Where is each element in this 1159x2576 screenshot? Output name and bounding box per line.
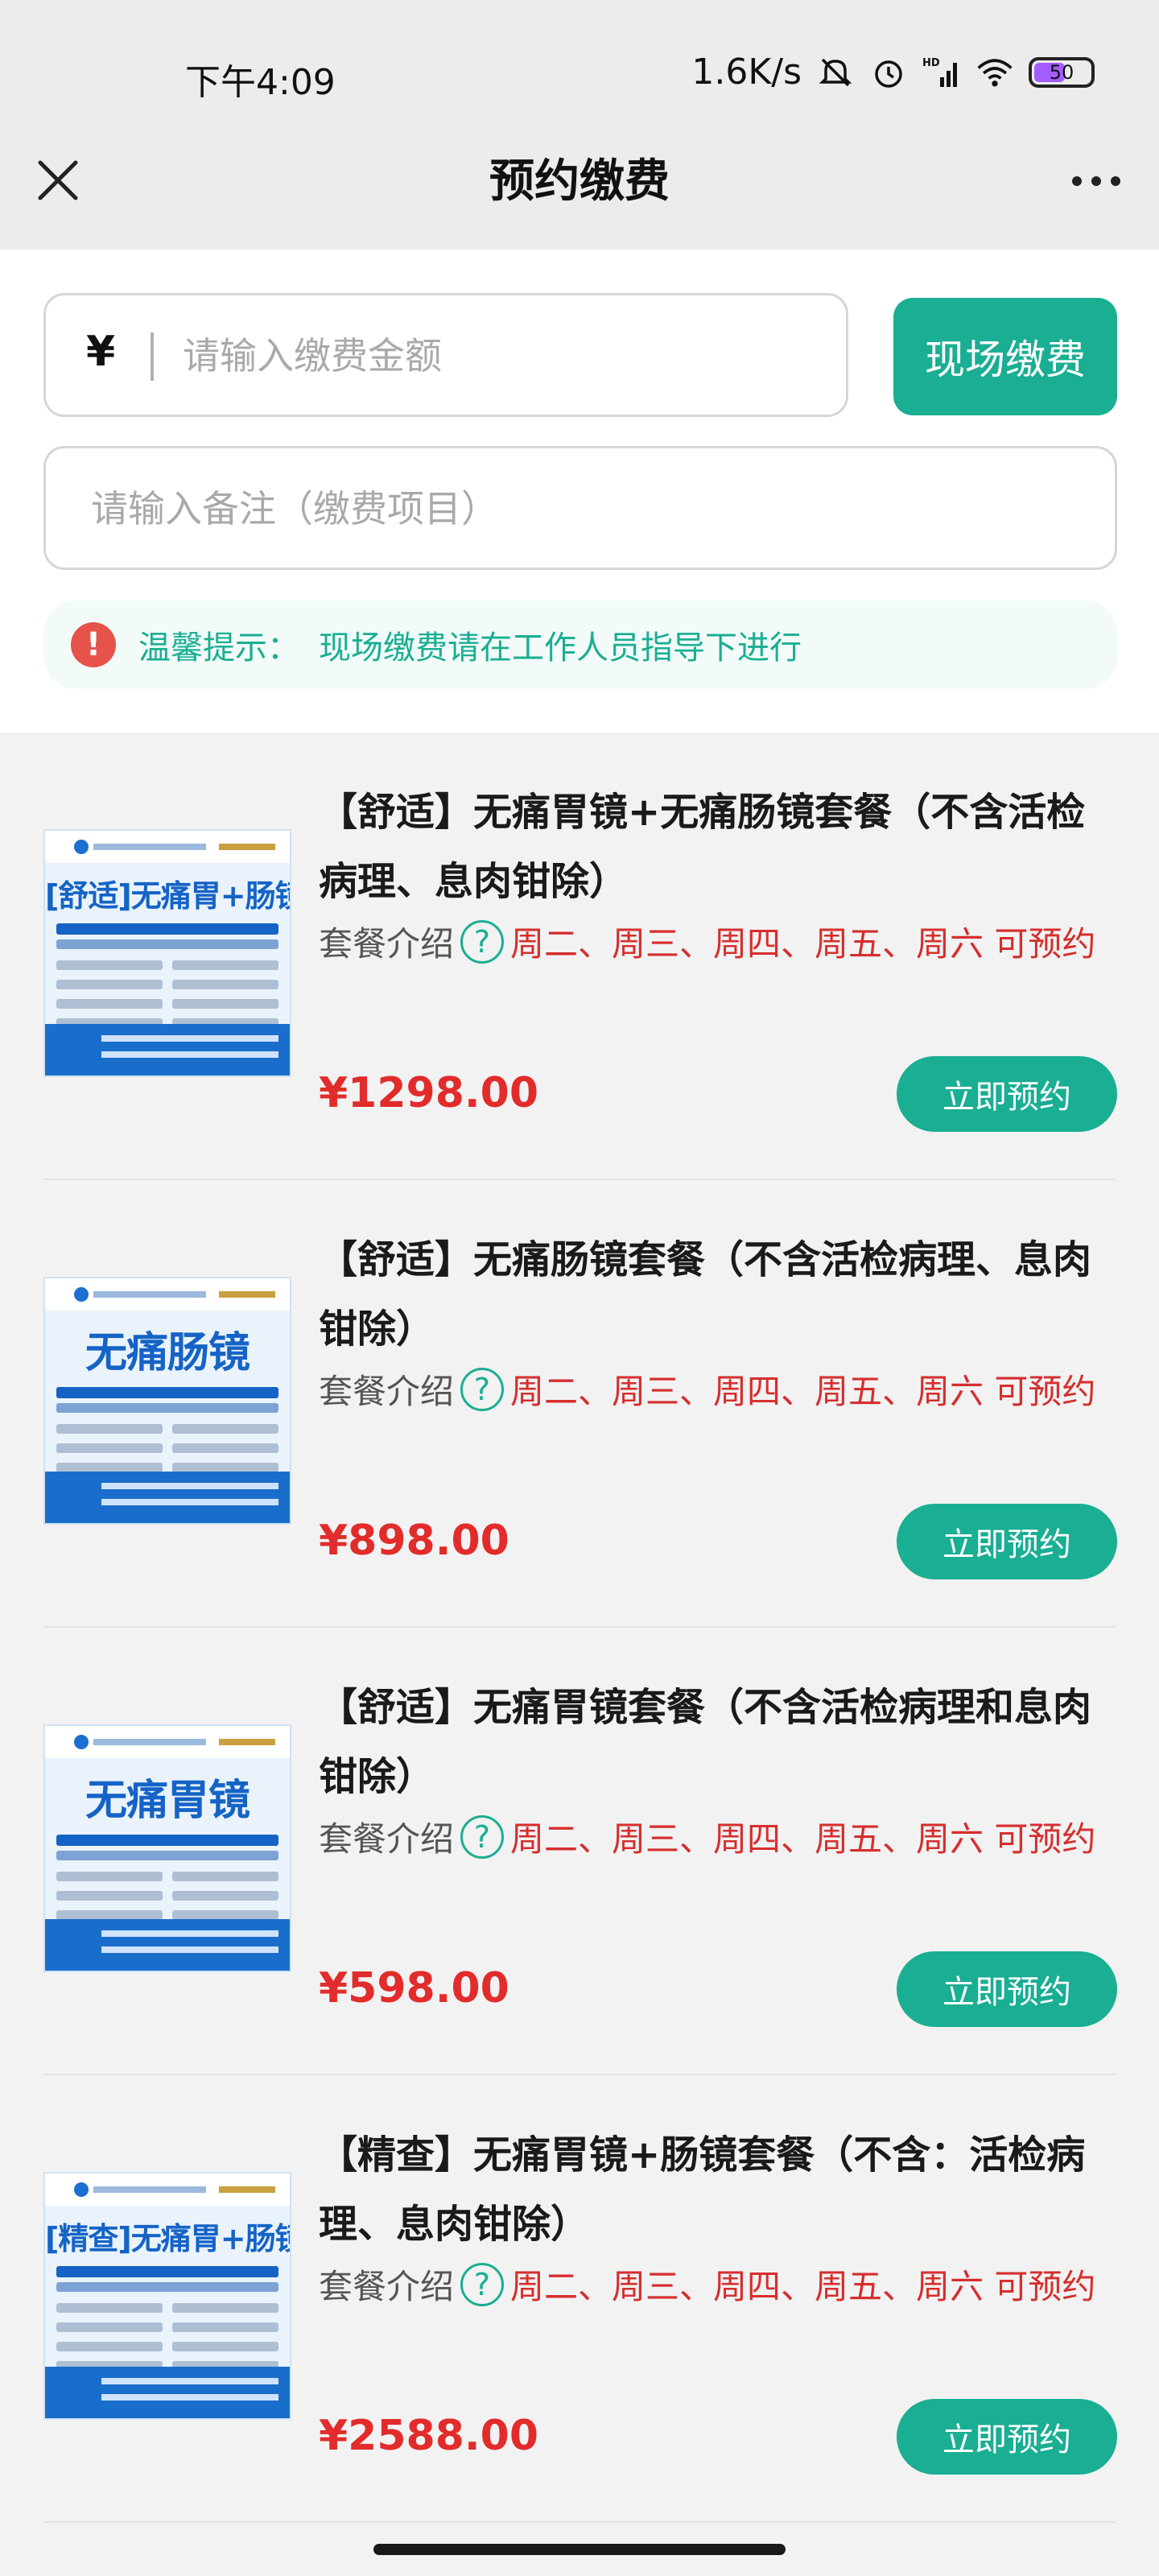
alarm-icon	[869, 53, 908, 92]
question-icon[interactable]: ?	[460, 1815, 505, 1859]
mute-icon	[816, 53, 855, 92]
available-days: 周二、周三、周四、周五、周六 可预约	[510, 1819, 1096, 1859]
notice-text: 现场缴费请在工作人员指导下进行	[319, 630, 802, 667]
battery-icon: 50	[1029, 56, 1095, 88]
package-intro-label[interactable]: 套餐介绍	[319, 1372, 454, 1411]
package-item: 无痛胃镜 【舒适】无痛胃镜套餐（不含活检病理和息肉钳除） 套餐介绍? 周二、周三、…	[0, 1628, 1159, 2075]
package-thumbnail[interactable]: 无痛肠镜	[43, 1277, 291, 1525]
remark-field[interactable]	[43, 446, 1117, 570]
thumbnail-title: 无痛胃镜	[85, 1777, 250, 1825]
package-title[interactable]: 【舒适】无痛胃镜+无痛肠镜套餐（不含活检病理、息肉钳除）	[319, 778, 1124, 916]
package-item: [精查]无痛胃+肠镜 【精查】无痛胃镜+肠镜套餐（不含：活检病理、息肉钳除） 套…	[0, 2075, 1159, 2523]
wifi-icon	[975, 53, 1014, 92]
payment-form: ¥ 现场缴费 ! 温馨提示： 现场缴费请在工作人员指导下进行	[0, 250, 1159, 733]
book-now-button[interactable]: 立即预约	[897, 1056, 1117, 1132]
package-title[interactable]: 【舒适】无痛肠镜套餐（不含活检病理、息肉钳除）	[319, 1225, 1124, 1364]
thumbnail-title: [精查]无痛胃+肠镜	[45, 2221, 291, 2256]
status-bar: 下午4:09 1.6K/s HD 50	[0, 0, 1159, 137]
home-indicator[interactable]	[373, 2544, 786, 2555]
amount-field[interactable]: ¥	[43, 293, 848, 417]
package-title[interactable]: 【精查】无痛胃镜+肠镜套餐（不含：活检病理、息肉钳除）	[319, 2120, 1124, 2259]
remark-input[interactable]	[91, 473, 1057, 545]
package-intro-label[interactable]: 套餐介绍	[319, 1819, 454, 1859]
package-intro-row: 套餐介绍? 周二、周三、周四、周五、周六 可预约	[319, 1810, 1124, 1869]
currency-symbol: ¥	[86, 328, 116, 376]
package-price: ¥2588.00	[319, 2412, 539, 2460]
available-days: 周二、周三、周四、周五、周六 可预约	[510, 2267, 1096, 2306]
question-icon[interactable]: ?	[460, 1368, 505, 1411]
package-title[interactable]: 【舒适】无痛胃镜套餐（不含活检病理和息肉钳除）	[319, 1673, 1124, 1811]
package-price: ¥598.00	[319, 1964, 509, 2013]
package-thumbnail[interactable]: [精查]无痛胃+肠镜	[43, 2172, 291, 2420]
status-icons: 1.6K/s HD 50	[691, 52, 1095, 93]
package-price: ¥898.00	[319, 1517, 509, 1565]
notice-banner: ! 温馨提示： 现场缴费请在工作人员指导下进行	[43, 601, 1117, 689]
package-price: ¥1298.00	[319, 1069, 539, 1117]
input-cursor	[151, 332, 154, 381]
package-thumbnail[interactable]: [舒适]无痛胃+肠镜	[43, 829, 291, 1077]
package-intro-row: 套餐介绍? 周二、周三、周四、周五、周六 可预约	[319, 2257, 1124, 2317]
thumbnail-title: 无痛肠镜	[85, 1329, 250, 1377]
svg-text:HD: HD	[922, 57, 940, 69]
available-days: 周二、周三、周四、周五、周六 可预约	[510, 1372, 1096, 1411]
status-time: 下午4:09	[185, 62, 336, 103]
notice-label: 温馨提示：	[138, 630, 299, 667]
divider	[43, 2521, 1116, 2523]
package-intro-label[interactable]: 套餐介绍	[319, 924, 454, 964]
onsite-pay-button[interactable]: 现场缴费	[893, 298, 1117, 415]
more-icon[interactable]	[1067, 161, 1125, 201]
thumbnail-title: [舒适]无痛胃+肠镜	[45, 878, 291, 914]
amount-input[interactable]	[183, 320, 810, 392]
package-thumbnail[interactable]: 无痛胃镜	[43, 1724, 291, 1972]
package-list: [舒适]无痛胃+肠镜 【舒适】无痛胃镜+无痛肠镜套餐（不含活检病理、息肉钳除） …	[0, 733, 1159, 2523]
book-now-button[interactable]: 立即预约	[897, 1504, 1117, 1579]
network-speed: 1.6K/s	[691, 52, 802, 93]
package-intro-row: 套餐介绍? 周二、周三、周四、周五、周六 可预约	[319, 914, 1124, 974]
available-days: 周二、周三、周四、周五、周六 可预约	[510, 924, 1096, 964]
book-now-button[interactable]: 立即预约	[897, 2399, 1117, 2475]
question-icon[interactable]: ?	[460, 920, 505, 964]
question-icon[interactable]: ?	[460, 2263, 505, 2306]
book-now-button[interactable]: 立即预约	[897, 1951, 1117, 2027]
hd-signal-icon: HD	[922, 53, 961, 92]
page-title: 预约缴费	[489, 155, 670, 208]
package-item: 无痛肠镜 【舒适】无痛肠镜套餐（不含活检病理、息肉钳除） 套餐介绍? 周二、周三、…	[0, 1180, 1159, 1628]
battery-level: 50	[1049, 60, 1074, 84]
warning-icon: !	[71, 622, 116, 667]
package-intro-row: 套餐介绍? 周二、周三、周四、周五、周六 可预约	[319, 1362, 1124, 1422]
package-intro-label[interactable]: 套餐介绍	[319, 2267, 454, 2306]
nav-bar: 预约缴费	[0, 137, 1159, 250]
package-item: [舒适]无痛胃+肠镜 【舒适】无痛胃镜+无痛肠镜套餐（不含活检病理、息肉钳除） …	[0, 733, 1159, 1180]
